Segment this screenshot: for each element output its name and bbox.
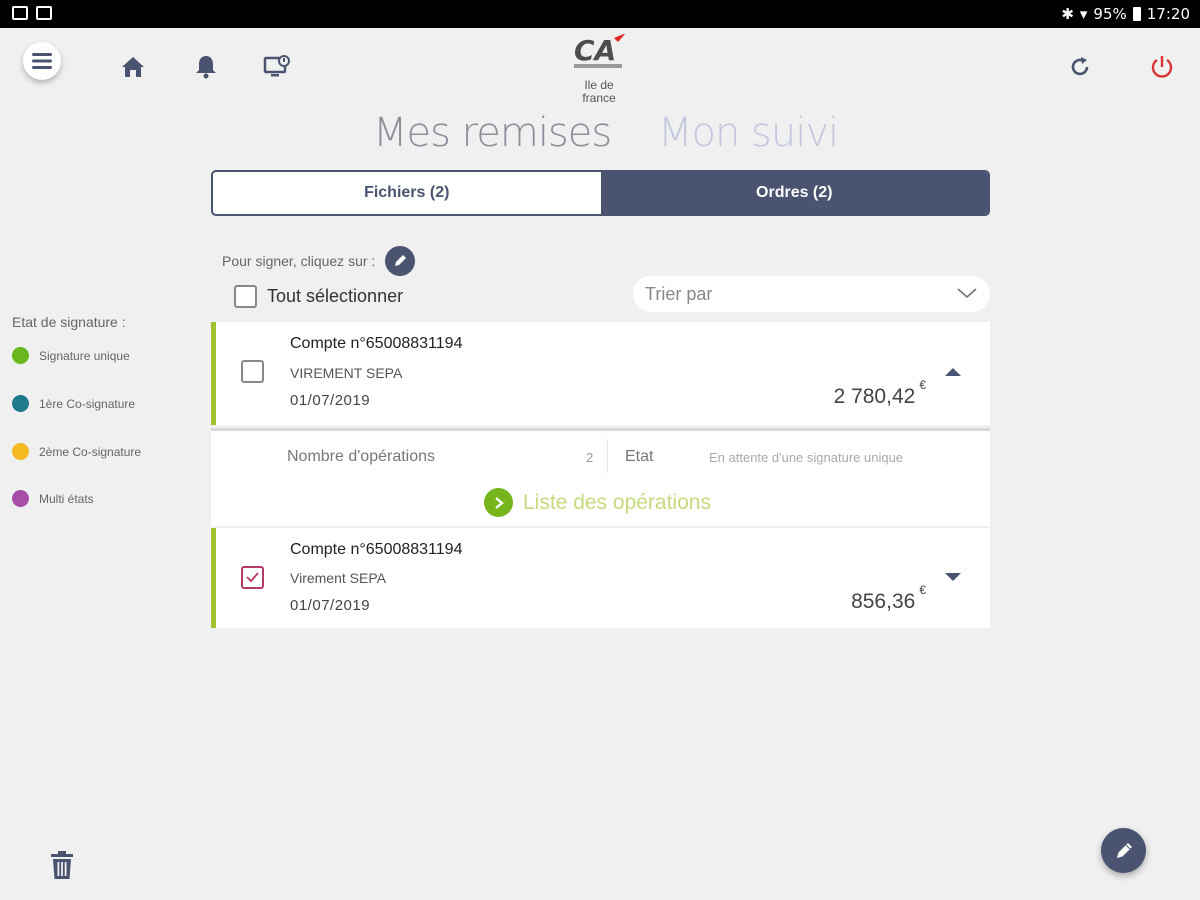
order-amount: 856,36 € (851, 583, 926, 613)
monitor-icon (263, 55, 290, 77)
legend-label: 2ème Co-signature (39, 444, 142, 459)
pen-icon (395, 255, 407, 266)
operations-list-label: Liste des opérations (523, 490, 711, 514)
order-type: Virement SEPA (290, 570, 386, 586)
screenshot-icon (36, 6, 52, 20)
credit-agricole-logo: CA Ile de france (566, 33, 632, 105)
order-checkbox-checked[interactable] (241, 566, 264, 589)
purple-dot-icon (12, 490, 29, 507)
green-dot-icon (12, 347, 29, 364)
legend-item: 1ère Co-signature (12, 395, 135, 412)
operations-value: 2 (586, 450, 594, 465)
logo-line-2: france (582, 91, 616, 105)
sign-hint: Pour signer, cliquez sur : (222, 246, 416, 276)
logout-button[interactable] (1147, 52, 1177, 82)
refresh-icon (1071, 57, 1089, 76)
trash-icon (51, 851, 73, 879)
menu-button[interactable] (23, 42, 61, 80)
gallery-icon (12, 6, 28, 20)
tab-mon-suivi[interactable]: Mon suivi (658, 110, 839, 156)
status-bar: ✱ ▾ 95% 17:20 (0, 0, 1200, 28)
chevron-down-icon (957, 288, 977, 299)
order-detail: Nombre d'opérations 2 Etat En attente d'… (211, 428, 990, 526)
segment-fichiers[interactable]: Fichiers (2) (213, 172, 601, 214)
legend-title: Etat de signature : (12, 314, 126, 330)
battery-icon (1132, 7, 1141, 21)
tab-mes-remises[interactable]: Mes remises (373, 110, 612, 156)
order-card[interactable]: Compte n°65008831194 Virement SEPA 01/07… (211, 528, 990, 628)
divider (607, 439, 608, 473)
hamburger-icon (32, 53, 52, 69)
bluetooth-icon: ✱ (1061, 5, 1074, 23)
state-label: Etat (625, 448, 654, 465)
legend-label: 1ère Co-signature (39, 396, 136, 411)
home-icon (122, 57, 144, 77)
segment-ordres[interactable]: Ordres (2) (600, 172, 988, 214)
notifications-button[interactable] (191, 52, 221, 82)
select-all[interactable]: Tout sélectionner (234, 285, 403, 308)
order-account: Compte n°65008831194 (290, 335, 463, 352)
legend-item: Multi états (12, 490, 94, 507)
legend-item: Signature unique (12, 347, 130, 364)
segmented-control: Fichiers (2) Ordres (2) (211, 170, 990, 216)
sort-dropdown[interactable]: Trier par (633, 276, 990, 312)
delete-button[interactable] (50, 850, 74, 885)
collapse-arrow-icon[interactable] (944, 366, 962, 378)
order-date: 01/07/2019 (290, 597, 371, 614)
remote-access-button[interactable] (262, 52, 292, 82)
pen-icon (1116, 842, 1132, 858)
svg-text:CA: CA (574, 34, 616, 67)
home-button[interactable] (118, 52, 148, 82)
power-icon (1151, 56, 1173, 78)
bell-icon (196, 56, 216, 79)
teal-dot-icon (12, 395, 29, 412)
order-type: VIREMENT SEPA (290, 365, 403, 381)
order-amount: 2 780,42 € (833, 378, 926, 408)
order-date: 01/07/2019 (290, 392, 371, 409)
checkmark-icon (246, 572, 259, 583)
select-all-checkbox[interactable] (234, 285, 257, 308)
state-value: En attente d'une signature unique (709, 450, 904, 465)
expand-arrow-icon[interactable] (944, 571, 962, 583)
legend-label: Signature unique (39, 348, 130, 363)
clock: 17:20 (1146, 5, 1190, 23)
refresh-button[interactable] (1065, 52, 1095, 82)
operations-list-link[interactable]: Liste des opérations (484, 488, 711, 517)
sort-placeholder: Trier par (645, 283, 713, 304)
operations-label: Nombre d'opérations (287, 448, 436, 465)
order-checkbox[interactable] (241, 360, 264, 383)
pen-badge (385, 246, 416, 276)
order-card[interactable]: Compte n°65008831194 VIREMENT SEPA 01/07… (211, 322, 990, 425)
wifi-icon: ▾ (1079, 5, 1088, 23)
select-all-label: Tout sélectionner (267, 286, 404, 306)
chevron-right-circle-icon (484, 488, 513, 517)
battery-level: 95% (1093, 5, 1127, 23)
yellow-dot-icon (12, 443, 29, 460)
legend-label: Multi états (39, 491, 94, 506)
legend-item: 2ème Co-signature (12, 443, 141, 460)
logo-mark-icon: CA (574, 33, 626, 68)
sign-fab-button[interactable] (1101, 828, 1146, 873)
sign-hint-text: Pour signer, cliquez sur : (222, 253, 376, 269)
order-account: Compte n°65008831194 (290, 541, 463, 558)
